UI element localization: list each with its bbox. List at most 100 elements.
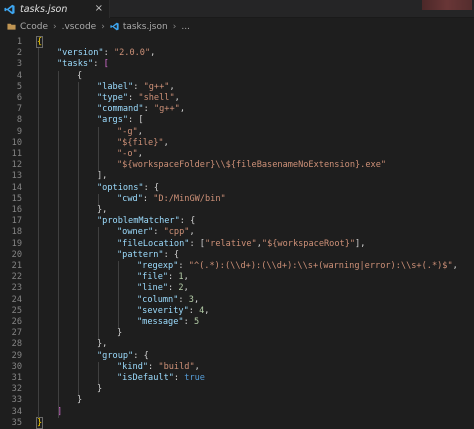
code-line[interactable]: 11 "-o", bbox=[0, 149, 474, 160]
code-line[interactable]: 33} bbox=[0, 395, 474, 406]
code-line[interactable]: 35} bbox=[0, 416, 474, 429]
tab-tasks-json[interactable]: tasks.json × bbox=[0, 0, 110, 18]
code-line[interactable]: 23 "line": 2, bbox=[0, 283, 474, 294]
code-token: "cpp" bbox=[163, 227, 190, 238]
code-text: "regexp": "^(.*):(\\d+):(\\d+):\\s+(warn… bbox=[137, 261, 458, 272]
line-number: 25 bbox=[11, 305, 22, 316]
breadcrumb-root[interactable]: Ccode bbox=[20, 22, 48, 32]
line-number: 22 bbox=[11, 272, 22, 283]
code-token: "column" bbox=[137, 294, 179, 305]
code-token: , bbox=[169, 81, 175, 92]
code-token: : bbox=[183, 317, 194, 327]
code-line[interactable]: 22 "file": 1, bbox=[0, 272, 474, 283]
indent-guide bbox=[58, 70, 59, 418]
code-line[interactable]: 20 "pattern": { bbox=[0, 250, 474, 261]
code-line[interactable]: 16}, bbox=[0, 205, 474, 216]
line-number: 17 bbox=[11, 216, 22, 227]
code-token: } bbox=[97, 384, 103, 395]
code-text: "${file}", bbox=[117, 138, 169, 149]
code-token: "file" bbox=[137, 272, 169, 283]
line-number: 7 bbox=[16, 104, 22, 115]
code-line[interactable]: 25 "severity": 4, bbox=[0, 306, 474, 317]
code-text: { bbox=[35, 36, 44, 48]
code-token: , bbox=[189, 227, 195, 238]
code-line[interactable]: 6 "type": "shell", bbox=[0, 93, 474, 104]
line-number: 12 bbox=[11, 160, 22, 171]
folder-icon bbox=[7, 23, 16, 30]
code-line[interactable]: 26 "message": 5 bbox=[0, 317, 474, 328]
code-token: : bbox=[153, 227, 164, 238]
code-line[interactable]: 18 "owner": "cpp", bbox=[0, 227, 474, 238]
code-line[interactable]: 9 "-g", bbox=[0, 127, 474, 138]
code-token: { bbox=[77, 70, 83, 81]
code-line[interactable]: 34] bbox=[0, 407, 474, 418]
code-line[interactable]: 24 "column": 3, bbox=[0, 295, 474, 306]
code-line[interactable]: 30 "kind": "build", bbox=[0, 362, 474, 373]
code-line[interactable]: 27} bbox=[0, 328, 474, 339]
code-text: { bbox=[77, 71, 82, 82]
line-number: 11 bbox=[11, 149, 22, 159]
code-line[interactable]: 32} bbox=[0, 384, 474, 395]
code-token: }, bbox=[97, 205, 108, 215]
code-token: : bbox=[178, 294, 189, 305]
code-text: "group": { bbox=[97, 351, 149, 362]
code-token: : [ bbox=[189, 238, 205, 249]
code-line[interactable]: 8 "args": [ bbox=[0, 115, 474, 126]
line-number: 5 bbox=[16, 81, 22, 92]
code-text: "args": [ bbox=[97, 115, 144, 126]
code-editor[interactable]: 1{2 "version": "2.0.0", 3 "tasks": [4{5 "lab… bbox=[0, 35, 474, 429]
code-line[interactable]: 15 "cwd": "D:/MinGW/bin" bbox=[0, 194, 474, 205]
code-line[interactable]: 17 "problemMatcher": { bbox=[0, 216, 474, 227]
code-token: }, bbox=[97, 339, 108, 350]
close-icon[interactable]: × bbox=[95, 3, 103, 14]
code-line[interactable]: 19 "fileLocation": ["relative","${workspa… bbox=[0, 239, 474, 250]
code-token: : { bbox=[133, 350, 149, 361]
code-line[interactable]: 10 "${file}", bbox=[0, 138, 474, 149]
line-number: 30 bbox=[11, 361, 22, 372]
code-token: : bbox=[173, 373, 185, 383]
code-token: "-o" bbox=[117, 149, 138, 159]
code-text: "type": "shell", bbox=[97, 93, 180, 104]
code-line[interactable]: 29 "group": { bbox=[0, 351, 474, 362]
code-line[interactable]: 28}, bbox=[0, 339, 474, 350]
line-number: 1 bbox=[16, 37, 22, 47]
code-line[interactable]: 14 "options": { bbox=[0, 183, 474, 194]
code-token: : { bbox=[179, 216, 196, 227]
code-line[interactable]: 1{ bbox=[0, 36, 474, 48]
code-line[interactable]: 13], bbox=[0, 171, 474, 182]
code-text: "owner": "cpp", bbox=[117, 227, 195, 238]
indent-guide bbox=[98, 126, 99, 172]
chevron-right-icon: › bbox=[101, 21, 105, 32]
line-number: 16 bbox=[11, 205, 22, 215]
code-line[interactable]: 31 "isDefault": true bbox=[0, 373, 474, 384]
code-token: "build" bbox=[158, 361, 195, 372]
breadcrumb-trail[interactable]: ... bbox=[181, 22, 190, 32]
code-token: : bbox=[143, 104, 154, 115]
code-token: "problemMatcher" bbox=[97, 216, 180, 227]
code-token: "tasks" bbox=[57, 59, 94, 70]
code-line[interactable]: 7 "command": "g++", bbox=[0, 104, 474, 115]
code-token: : { bbox=[143, 182, 160, 193]
code-text: "problemMatcher": { bbox=[97, 216, 195, 227]
code-token: "g++" bbox=[153, 104, 180, 115]
code-line[interactable]: 12 "${workspaceFolder}\\${fileBasenameNoE… bbox=[0, 160, 474, 171]
code-token: "regexp" bbox=[137, 261, 179, 271]
code-token: ], bbox=[97, 171, 108, 182]
window-badge bbox=[422, 0, 472, 10]
code-token: ], bbox=[355, 238, 366, 249]
code-line[interactable]: 21 "regexp": "^(.*):(\\d+):(\\d+):\\s+(wa… bbox=[0, 261, 474, 272]
code-line[interactable]: 5 "label": "g++", bbox=[0, 82, 474, 93]
line-number: 6 bbox=[16, 93, 22, 103]
breadcrumb-folder[interactable]: .vscode bbox=[62, 22, 97, 32]
code-line[interactable]: 4{ bbox=[0, 71, 474, 82]
code-line[interactable]: 2 "version": "2.0.0", bbox=[0, 48, 474, 59]
code-token: "options" bbox=[97, 182, 144, 193]
line-number: 35 bbox=[11, 417, 22, 428]
code-line[interactable]: 3 "tasks": [ bbox=[0, 59, 474, 70]
breadcrumb-file[interactable]: tasks.json bbox=[123, 22, 168, 32]
code-text: "message": 5 bbox=[137, 317, 199, 328]
code-token: "severity" bbox=[137, 305, 189, 316]
code-token: , bbox=[183, 272, 189, 283]
vscode-icon bbox=[4, 4, 15, 14]
line-number: 27 bbox=[11, 328, 22, 339]
